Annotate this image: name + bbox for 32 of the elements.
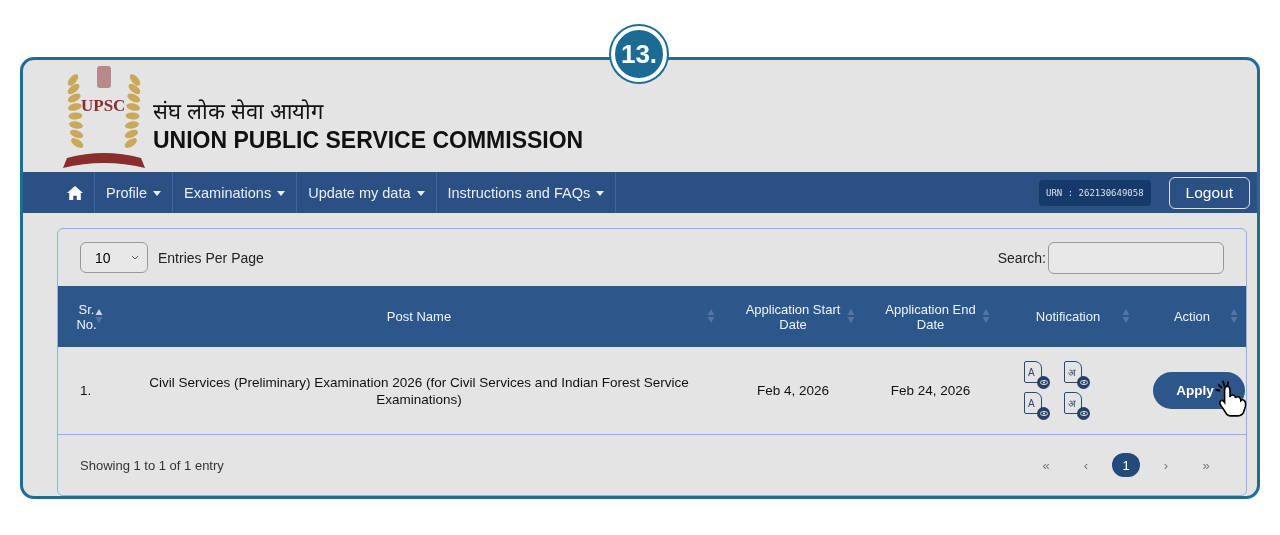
site-title: UNION PUBLIC SERVICE COMMISSION — [153, 126, 584, 154]
table-cell: Feb 4, 2026 — [756, 383, 830, 398]
logout-button[interactable]: Logout — [1168, 176, 1250, 209]
column-header[interactable]: Action — [1159, 309, 1225, 324]
logo-text: UPSC — [81, 96, 126, 116]
column-header[interactable]: Application End Date — [863, 301, 998, 332]
step-badge: 13. — [611, 26, 667, 82]
table-cell: 1. — [80, 383, 92, 398]
column-header[interactable]: Notification — [1021, 309, 1115, 324]
page-link[interactable]: 1 — [1112, 453, 1140, 477]
page-size-select[interactable]: 10 — [80, 242, 148, 273]
entries-label: Entries Per Page — [158, 249, 264, 266]
page-link[interactable]: » — [1192, 453, 1220, 477]
nav-menu-item[interactable]: Instructions and FAQs — [436, 172, 617, 213]
nav-menu-item[interactable]: Profile — [95, 172, 174, 213]
column-header[interactable]: Application Start Date — [723, 301, 863, 332]
page-link[interactable]: ‹ — [1072, 453, 1100, 477]
table-cell-text: Civil Services (Preliminary) Examination 2026 (for Civil Services and Indian Forest Service Examinations) — [148, 373, 690, 408]
page-link[interactable]: « — [1032, 453, 1060, 477]
column-header[interactable]: Post Name — [372, 309, 466, 324]
chevron-icon — [131, 255, 139, 260]
search-label: Search: — [997, 249, 1046, 266]
urn-badge: URN : 262130649058 — [1039, 179, 1151, 206]
nav-menu-item[interactable]: Examinations — [173, 172, 298, 213]
title-hindi: संघ लोक सेवा आयोग — [153, 98, 325, 126]
sort-icon[interactable] — [95, 308, 103, 324]
entries-info: Showing 1 to 1 of 1 entry — [80, 457, 224, 473]
search-field[interactable] — [1048, 241, 1224, 274]
table-cell: Feb 24, 2026 — [890, 383, 971, 398]
nav-menu-item[interactable]: Update my data — [297, 172, 437, 213]
page-link[interactable]: › — [1152, 453, 1180, 477]
column-header[interactable]: Sr. No. — [68, 301, 105, 332]
